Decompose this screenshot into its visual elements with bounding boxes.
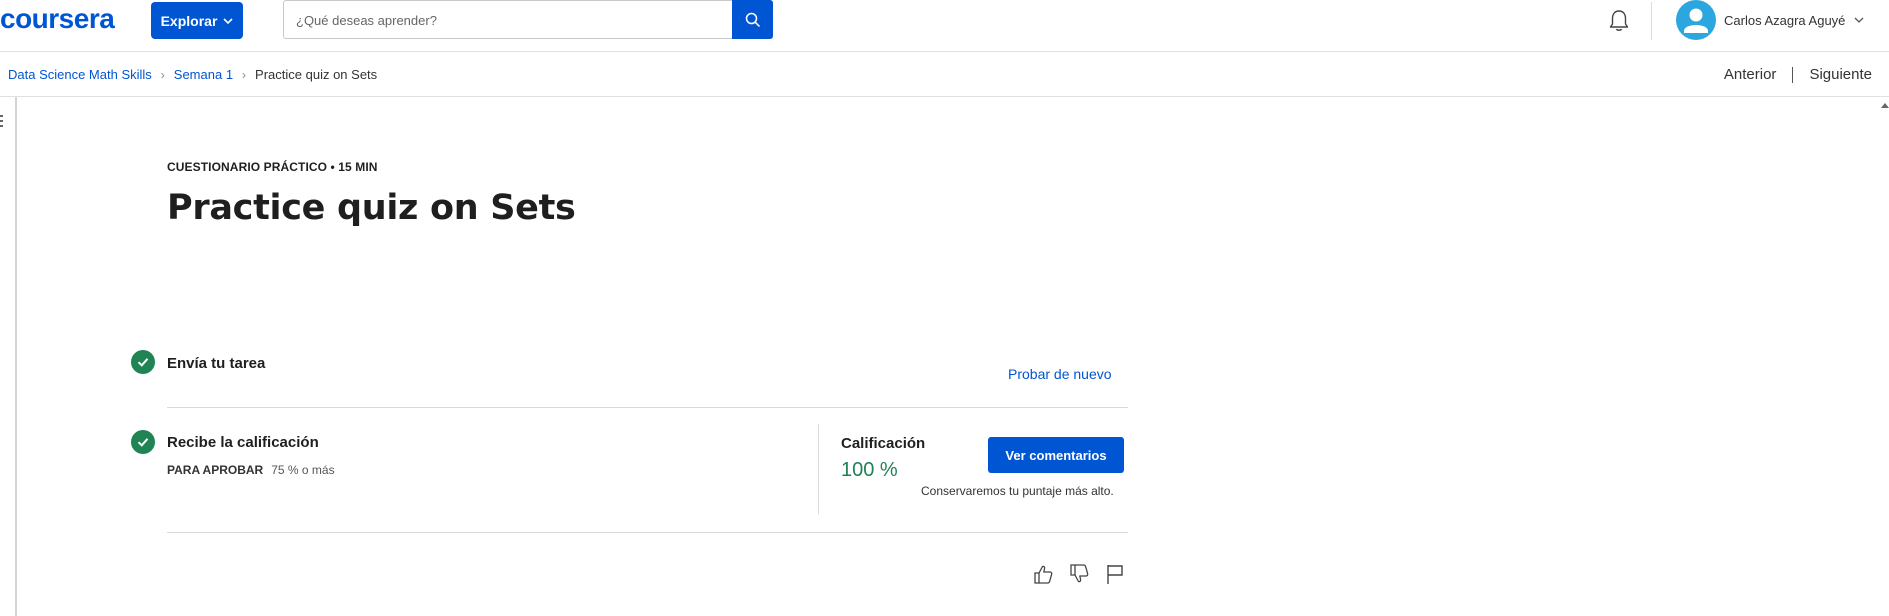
grade-column-divider (818, 424, 819, 514)
breadcrumb-current: Practice quiz on Sets (255, 67, 378, 82)
grade-step-title: Recibe la calificación (167, 434, 319, 451)
breadcrumb: Data Science Math Skills › Semana 1 › Pr… (8, 67, 377, 82)
check-circle-icon (131, 350, 155, 374)
header-divider (1651, 2, 1652, 40)
user-menu[interactable]: Carlos Azagra Aguyé (1676, 0, 1865, 40)
coursera-logo[interactable]: coursera (0, 3, 115, 35)
nav-divider (1792, 66, 1794, 83)
chevron-down-icon (223, 17, 233, 24)
quiz-meta: CUESTIONARIO PRÁCTICO • 15 MIN (167, 160, 378, 174)
chevron-right-icon: › (242, 67, 247, 82)
search-input[interactable] (294, 1, 718, 40)
avatar (1676, 0, 1716, 40)
explore-label: Explorar (160, 12, 218, 29)
flag-icon[interactable] (1104, 563, 1126, 585)
passing-requirement: PARA APROBAR 75 % o más (167, 463, 335, 477)
grade-label: Calificación (841, 435, 926, 452)
submit-step-title: Envía tu tarea (167, 355, 266, 372)
notifications-bell-icon[interactable] (1606, 8, 1632, 34)
previous-link[interactable]: Anterior (1724, 66, 1777, 83)
prev-next-nav: Anterior Siguiente (1724, 66, 1872, 83)
section-divider (167, 407, 1128, 408)
search-icon (745, 12, 760, 27)
retry-link[interactable]: Probar de nuevo (1008, 366, 1112, 382)
view-feedback-button[interactable]: Ver comentarios (988, 437, 1124, 473)
thumbs-up-icon[interactable] (1032, 563, 1054, 585)
next-link[interactable]: Siguiente (1809, 66, 1872, 83)
menu-toggle-icon[interactable] (0, 115, 6, 129)
breadcrumb-course[interactable]: Data Science Math Skills (8, 67, 152, 82)
chevron-down-icon (1854, 17, 1864, 23)
scroll-up-arrow-icon[interactable] (1881, 103, 1889, 108)
explore-button[interactable]: Explorar (151, 2, 243, 39)
pass-value: 75 % o más (271, 463, 335, 477)
breadcrumb-bar: Data Science Math Skills › Semana 1 › Pr… (0, 52, 1889, 97)
check-circle-icon (131, 430, 155, 454)
grade-value: 100 % (841, 459, 898, 481)
search-button[interactable] (732, 0, 773, 39)
pass-label: PARA APROBAR (167, 463, 264, 477)
section-divider (167, 532, 1128, 533)
chevron-right-icon: › (160, 67, 165, 82)
page-title: Practice quiz on Sets (167, 188, 576, 228)
user-avatar-icon (1684, 8, 1708, 33)
user-name: Carlos Azagra Aguyé (1724, 12, 1846, 28)
search-box (283, 0, 773, 40)
highest-score-note: Conservaremos tu puntaje más alto. (921, 484, 1114, 498)
thumbs-down-icon[interactable] (1068, 563, 1090, 585)
sidebar-rail (0, 97, 17, 616)
breadcrumb-week[interactable]: Semana 1 (174, 67, 233, 82)
top-navigation-bar: coursera Explorar Carlos Azagra Aguyé (0, 0, 1889, 52)
